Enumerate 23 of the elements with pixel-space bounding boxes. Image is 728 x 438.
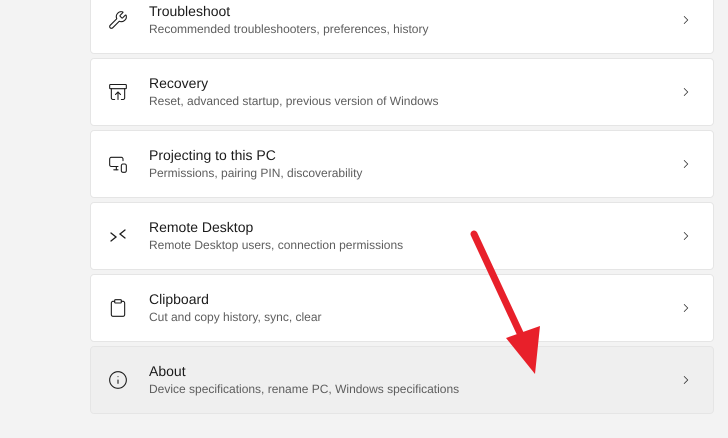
settings-item[interactable]: Clipboard Cut and copy history, sync, clear [90, 274, 714, 342]
item-description: Device specifications, rename PC, Windows specifications [149, 381, 460, 398]
item-title: Troubleshoot [149, 2, 232, 21]
item-title: Projecting to this PC [149, 146, 277, 165]
item-description: Recommended troubleshooters, preferences, history [149, 21, 430, 38]
item-title: About [149, 362, 187, 381]
item-title: Remote Desktop [149, 218, 254, 237]
restore-icon [108, 82, 128, 102]
screens-icon [108, 154, 128, 174]
info-icon [108, 370, 128, 390]
item-description: Reset, advanced startup, previous version of Windows [149, 93, 440, 110]
item-title: Recovery [149, 74, 210, 93]
settings-item[interactable]: Troubleshoot Recommended troubleshooters, preferences, history [90, 0, 714, 54]
clipboard-icon [108, 298, 128, 318]
item-title: Clipboard [149, 290, 210, 309]
item-description: Cut and copy history, sync, clear [149, 309, 323, 326]
settings-item[interactable]: Projecting to this PC Permissions, pairing PIN, discoverability [90, 130, 714, 198]
settings-item[interactable]: Remote Desktop Remote Desktop users, connection permissions [90, 202, 714, 270]
settings-item[interactable]: About Device specifications, rename PC, Windows specifications [90, 346, 714, 414]
wrench-icon [108, 10, 128, 30]
item-description: Permissions, pairing PIN, discoverability [149, 165, 364, 182]
settings-item[interactable]: Recovery Reset, advanced startup, previous version of Windows [90, 58, 714, 126]
item-description: Remote Desktop users, connection permissions [149, 237, 404, 254]
